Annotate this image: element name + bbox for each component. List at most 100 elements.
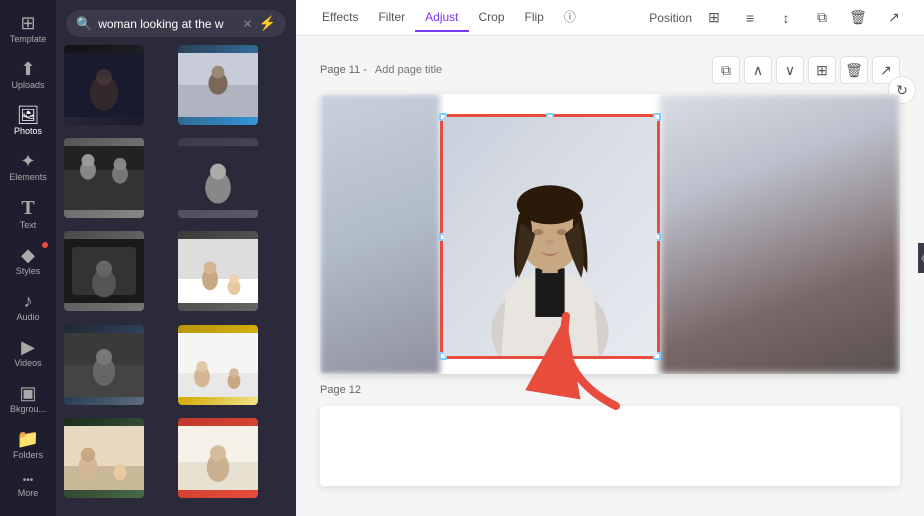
- sidebar-item-label: More: [18, 488, 39, 498]
- page-12-canvas[interactable]: [320, 406, 900, 486]
- search-bar[interactable]: 🔍 ✕ ⚡: [66, 10, 286, 37]
- panel-expand-handle[interactable]: ❮: [918, 243, 924, 273]
- photo-thumbnail-svg: [64, 231, 144, 311]
- photo-item[interactable]: [178, 231, 258, 311]
- photo-item[interactable]: [178, 45, 258, 125]
- rotate-icon: ↻: [545, 361, 555, 374]
- tab-filter[interactable]: Filter: [368, 4, 415, 32]
- photo-thumbnail-svg: [178, 418, 258, 498]
- sidebar-item-audio[interactable]: ♪ Audio: [0, 286, 56, 328]
- toolbar-duplicate-btn[interactable]: ⧉: [808, 4, 836, 32]
- sidebar-item-styles-wrap: ◆ Styles: [0, 240, 56, 282]
- page-12-label-row: Page 12: [320, 384, 900, 396]
- sidebar-item-label: Template: [10, 34, 47, 44]
- videos-icon: ▶: [21, 338, 35, 356]
- page-container: Page 11 - ⧉ ∧ ∨ ⊞: [316, 56, 904, 486]
- delete-page-icon: 🗑: [845, 62, 863, 79]
- sidebar-item-label: Videos: [14, 358, 41, 368]
- photo-item[interactable]: [178, 138, 258, 218]
- uploads-icon: ⬆: [20, 60, 35, 78]
- photo-item[interactable]: [178, 325, 258, 405]
- export-icon: ↗: [888, 9, 900, 26]
- sidebar-item-label: Styles: [16, 266, 41, 276]
- photos-icon: 🖼: [17, 106, 40, 124]
- toolbar-distribute-btn[interactable]: ↕: [772, 4, 800, 32]
- tab-info[interactable]: ⓘ: [554, 2, 586, 33]
- grid-icon: ⊞: [708, 9, 720, 26]
- page-11-actions: ⧉ ∧ ∨ ⊞ 🗑 ↗: [712, 56, 900, 84]
- sidebar-item-uploads[interactable]: ⬆ Uploads: [0, 54, 56, 96]
- clear-search-icon[interactable]: ✕: [243, 17, 253, 31]
- bg-image-right: [660, 94, 900, 374]
- photo-item[interactable]: [64, 138, 144, 218]
- copy-page-btn[interactable]: ⧉: [712, 56, 740, 84]
- copy-icon: ⧉: [721, 62, 731, 79]
- distribute-icon: ↕: [783, 10, 790, 26]
- search-icon: 🔍: [76, 16, 92, 32]
- photo-thumbnail-svg: [64, 45, 144, 125]
- sidebar-item-photos[interactable]: 🖼 Photos: [0, 100, 56, 142]
- photo-item[interactable]: [64, 231, 144, 311]
- styles-icon: ◆: [21, 246, 35, 264]
- move-down-btn[interactable]: ∨: [776, 56, 804, 84]
- tab-effects[interactable]: Effects: [312, 4, 368, 32]
- tab-crop[interactable]: Crop: [469, 4, 515, 32]
- canvas-area[interactable]: ↻ Page 11 - ⧉ ∧ ∨: [296, 36, 924, 516]
- sidebar-item-folders[interactable]: 📁 Folders: [0, 424, 56, 466]
- page-11-label: Page 11 -: [320, 64, 367, 76]
- duplicate-icon: ⧉: [817, 9, 827, 26]
- trash-icon: 🗑: [849, 9, 867, 26]
- background-icon: ▣: [19, 384, 36, 402]
- sidebar-item-label: Bkgrou...: [10, 404, 46, 414]
- tab-flip[interactable]: Flip: [515, 4, 554, 32]
- rotate-handle[interactable]: ↻: [542, 360, 558, 374]
- page-12-label: Page 12: [320, 384, 361, 396]
- photo-panel: 🔍 ✕ ⚡: [56, 0, 296, 516]
- search-input[interactable]: [98, 17, 236, 31]
- page-11-label-row: Page 11 - ⧉ ∧ ∨ ⊞: [320, 56, 900, 84]
- templates-icon: ⊞: [20, 14, 35, 32]
- sidebar-item-more[interactable]: ••• More: [0, 470, 56, 504]
- move-up-btn[interactable]: ∧: [744, 56, 772, 84]
- delete-page-btn[interactable]: 🗑: [840, 56, 868, 84]
- photo-item[interactable]: [64, 325, 144, 405]
- toolbar-delete-btn[interactable]: 🗑: [844, 4, 872, 32]
- editor-area: Effects Filter Adjust Crop Flip ⓘ Positi…: [296, 0, 924, 516]
- sidebar-item-videos[interactable]: ▶ Videos: [0, 332, 56, 374]
- chevron-down-icon: ∨: [785, 62, 795, 79]
- elements-icon: ✦: [20, 152, 35, 170]
- sidebar-item-label: Photos: [14, 126, 42, 136]
- photo-item[interactable]: [64, 45, 144, 125]
- sidebar-item-background[interactable]: ▣ Bkgrou...: [0, 378, 56, 420]
- photo-item[interactable]: [178, 418, 258, 498]
- sidebar-item-label: Elements: [9, 172, 47, 182]
- photo-thumbnail-svg: [178, 231, 258, 311]
- sidebar: ⊞ Template ⬆ Uploads 🖼 Photos ✦ Elements…: [0, 0, 56, 516]
- tab-adjust[interactable]: Adjust: [415, 4, 468, 32]
- toolbar-right: Position ⊞ ≡ ↕ ⧉ 🗑 ↗: [649, 4, 908, 32]
- toolbar-grid-btn[interactable]: ⊞: [700, 4, 728, 32]
- sidebar-item-text[interactable]: T Text: [0, 192, 56, 236]
- woman-photo-svg: [443, 117, 657, 356]
- photo-grid: [56, 45, 296, 516]
- filter-icon[interactable]: ⚡: [259, 15, 276, 32]
- selected-image-wrapper[interactable]: ↻: [440, 114, 660, 359]
- photo-thumbnail-svg: [178, 138, 258, 218]
- toolbar-align-btn[interactable]: ≡: [736, 4, 764, 32]
- sidebar-item-label: Uploads: [11, 80, 44, 90]
- folders-icon: 📁: [17, 430, 39, 448]
- photo-thumbnail-svg: [64, 418, 144, 498]
- sidebar-item-templates[interactable]: ⊞ Template: [0, 8, 56, 50]
- photo-item[interactable]: [64, 418, 144, 498]
- sidebar-item-elements[interactable]: ✦ Elements: [0, 146, 56, 188]
- duplicate-page-btn[interactable]: ⊞: [808, 56, 836, 84]
- page-title-input[interactable]: [375, 64, 517, 76]
- duplicate-page-icon: ⊞: [816, 62, 828, 79]
- photo-thumbnail-svg: [64, 138, 144, 218]
- align-icon: ≡: [746, 10, 754, 26]
- page-11-canvas[interactable]: ↻: [320, 94, 900, 374]
- photo-thumbnail-svg: [178, 325, 258, 405]
- toolbar-export-btn[interactable]: ↗: [880, 4, 908, 32]
- chevron-up-icon: ∧: [753, 62, 763, 79]
- audio-icon: ♪: [24, 292, 33, 310]
